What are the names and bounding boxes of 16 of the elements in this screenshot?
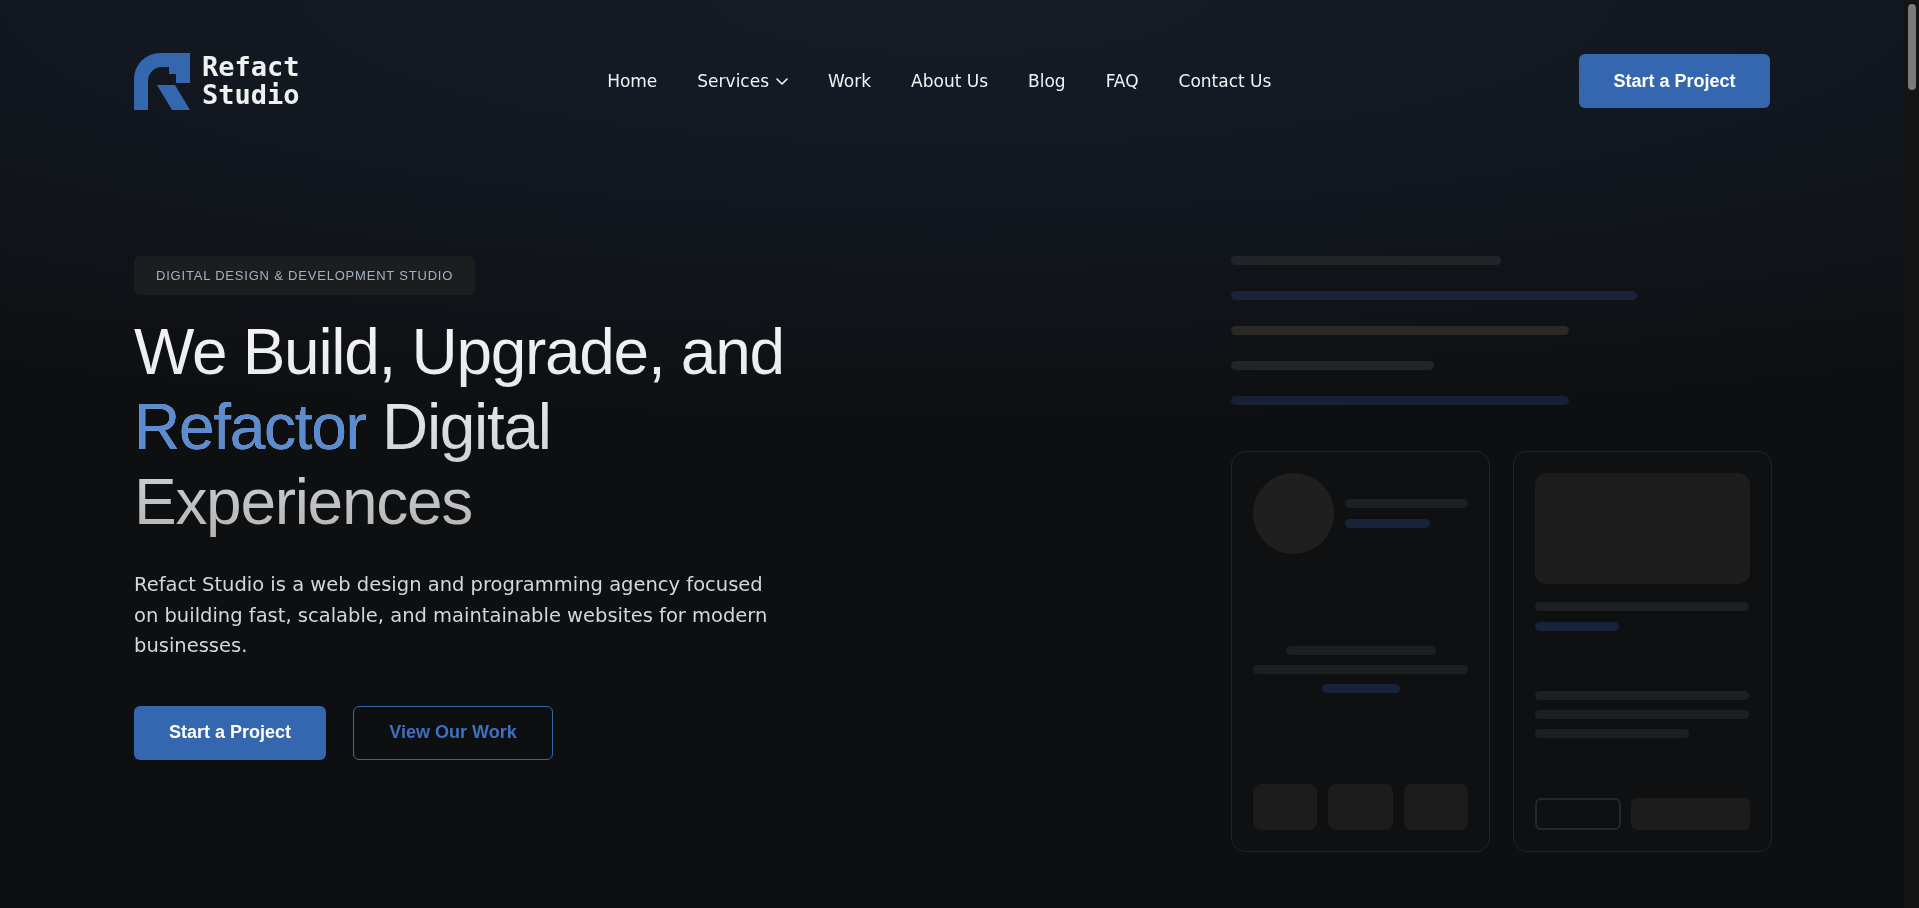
view-work-button[interactable]: View Our Work	[353, 705, 553, 760]
start-project-button[interactable]: Start a Project	[134, 705, 326, 760]
eyebrow-tag: DIGITAL DESIGN & DEVELOPMENT STUDIO	[134, 256, 476, 295]
start-project-button[interactable]: Start a Project	[1579, 54, 1770, 108]
nav-link[interactable]: About Us	[911, 69, 989, 93]
chevron-down-icon	[776, 77, 788, 85]
nav-link[interactable]: Work	[828, 69, 872, 93]
nav-link[interactable]: Home	[607, 69, 658, 93]
nav-link[interactable]: FAQ	[1105, 69, 1139, 93]
logo-icon	[134, 52, 190, 110]
home-logo-link[interactable]: Refact Studio	[134, 52, 300, 110]
nav-link[interactable]: Blog	[1028, 69, 1066, 93]
nav-link[interactable]: Contact Us	[1178, 69, 1272, 93]
scrollbar-thumb[interactable]	[1907, 4, 1916, 90]
nav-link[interactable]: Services	[697, 69, 788, 93]
hero-description: Refact Studio is a web design and programming agency focused on building fast, scalable, and maintainable websites for modern businesses.	[134, 572, 769, 659]
